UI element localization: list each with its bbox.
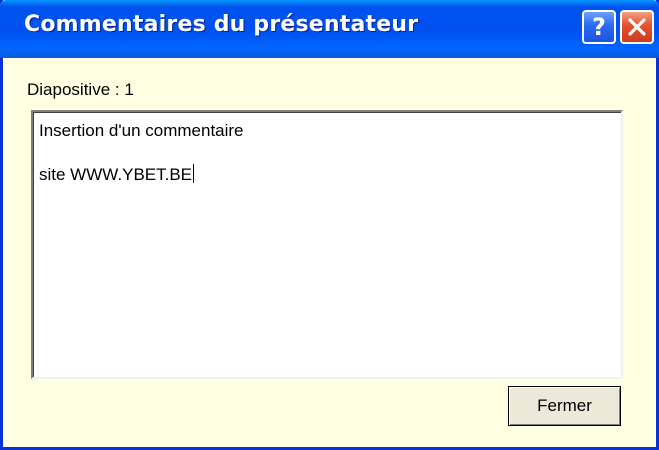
help-icon: ? (592, 13, 606, 41)
close-window-button[interactable] (620, 10, 654, 44)
help-button[interactable]: ? (582, 10, 616, 44)
notes-line: site WWW.YBET.BE (39, 164, 615, 186)
text-caret (193, 164, 195, 183)
close-button[interactable]: Fermer (508, 386, 621, 426)
dialog-window: Commentaires du présentateur ? Diapositi… (0, 0, 659, 450)
notes-blank-line (39, 142, 615, 164)
title-bar[interactable]: Commentaires du présentateur ? (0, 0, 659, 58)
window-title: Commentaires du présentateur (24, 12, 419, 37)
notes-textarea[interactable]: Insertion d'un commentaire site WWW.YBET… (31, 110, 623, 379)
slide-number-label: Diapositive : 1 (27, 80, 134, 99)
notes-line-text: site WWW.YBET.BE (39, 165, 193, 184)
close-x-icon (628, 18, 646, 36)
notes-line: Insertion d'un commentaire (39, 121, 244, 140)
dialog-body: Diapositive : 1 Insertion d'un commentai… (3, 58, 656, 447)
